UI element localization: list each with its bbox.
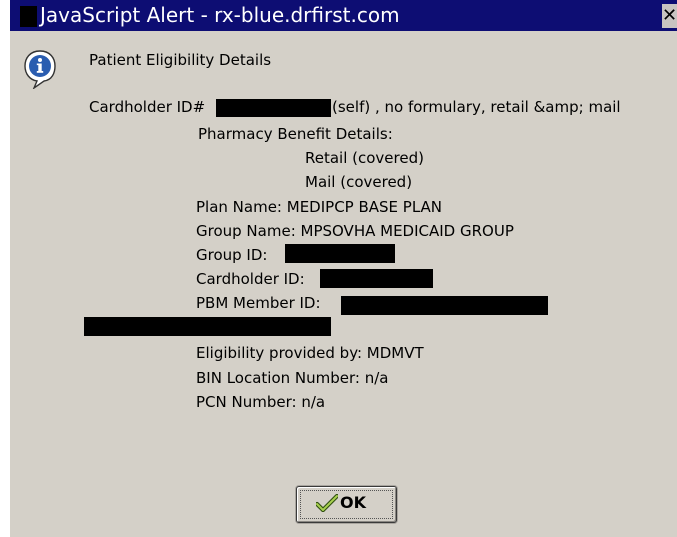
cardholder-suffix: (self) , no formulary, retail &amp; mail bbox=[332, 98, 621, 116]
pbm-member-id-label: PBM Member ID: bbox=[196, 294, 321, 312]
alert-window: JavaScript Alert - rx-blue.drfirst.com ✕… bbox=[0, 0, 677, 537]
pharmacy-benefit-label: Pharmacy Benefit Details: bbox=[198, 125, 393, 143]
redacted-pbm-member-id-continued bbox=[84, 317, 331, 336]
close-button[interactable]: ✕ bbox=[662, 4, 677, 28]
redacted-group-id bbox=[285, 244, 395, 263]
mail-coverage: Mail (covered) bbox=[305, 173, 413, 191]
redacted-cardholder-id bbox=[320, 269, 433, 288]
retail-coverage: Retail (covered) bbox=[305, 149, 424, 167]
title-bar-block bbox=[20, 6, 37, 27]
eligibility-provided-by: Eligibility provided by: MDMVT bbox=[196, 344, 424, 362]
ok-button-label: OK bbox=[340, 493, 366, 512]
plan-name: Plan Name: MEDIPCP BASE PLAN bbox=[196, 198, 443, 216]
ok-button[interactable]: OK bbox=[296, 486, 397, 523]
info-icon bbox=[24, 50, 56, 89]
group-name: Group Name: MPSOVHA MEDICAID GROUP bbox=[196, 222, 514, 240]
checkmark-icon bbox=[316, 494, 338, 512]
redacted-pbm-member-id bbox=[341, 296, 548, 315]
group-id-label: Group ID: bbox=[196, 246, 268, 264]
window-title: JavaScript Alert - rx-blue.drfirst.com bbox=[40, 3, 400, 27]
cardholder-id-label: Cardholder ID: bbox=[196, 270, 305, 288]
bin-location-number: BIN Location Number: n/a bbox=[196, 369, 389, 387]
redacted-cardholder-number bbox=[216, 99, 331, 117]
cardholder-prefix: Cardholder ID# bbox=[89, 98, 206, 116]
dialog-body: Patient Eligibility Details Cardholder I… bbox=[10, 31, 677, 537]
title-bar[interactable]: JavaScript Alert - rx-blue.drfirst.com bbox=[10, 0, 677, 31]
pcn-number: PCN Number: n/a bbox=[196, 393, 326, 411]
dialog-heading: Patient Eligibility Details bbox=[89, 51, 272, 69]
